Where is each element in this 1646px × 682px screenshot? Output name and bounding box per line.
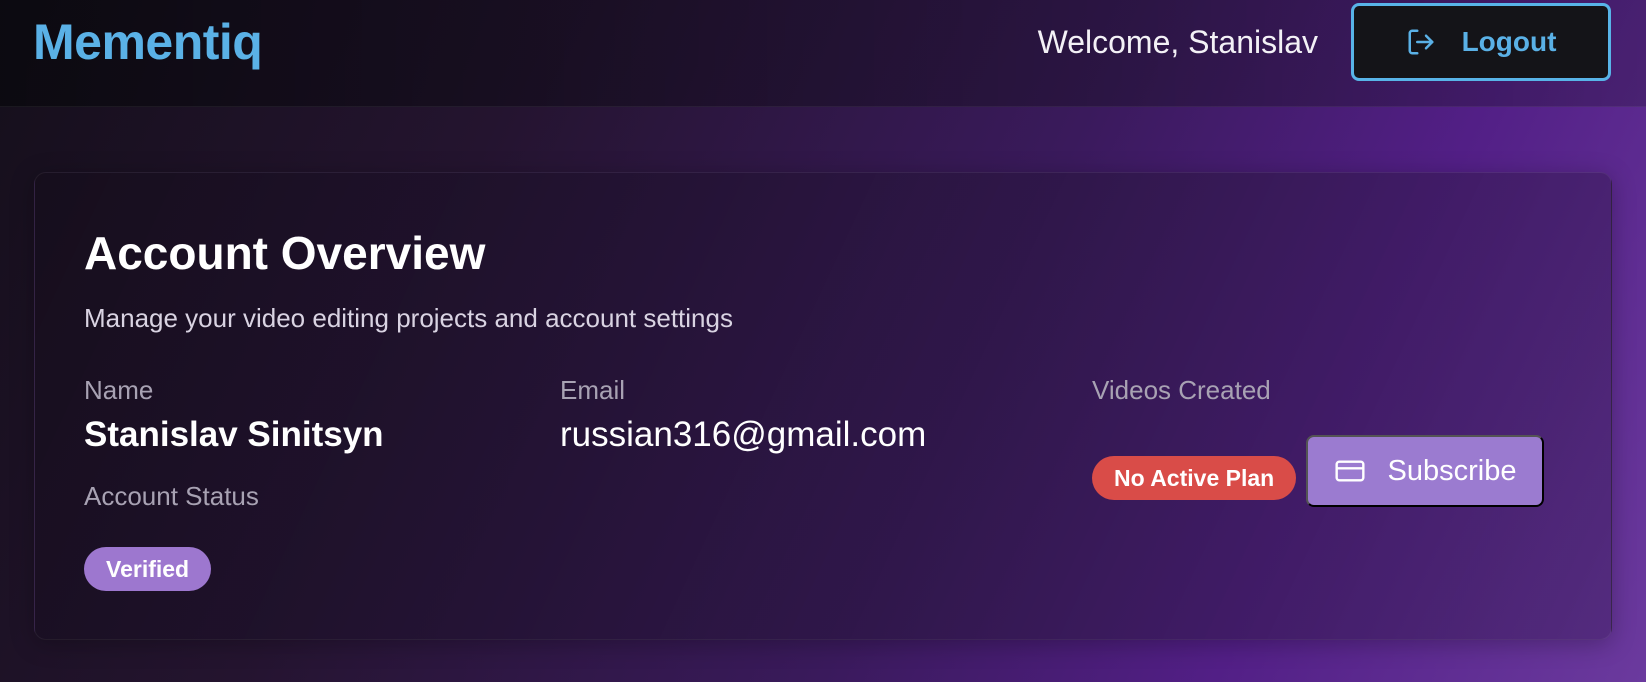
logout-button[interactable]: Logout — [1351, 3, 1611, 81]
email-value: russian316@gmail.com — [560, 415, 927, 454]
subscribe-label: Subscribe — [1387, 454, 1517, 487]
credit-card-icon — [1334, 455, 1366, 487]
status-badge: Verified — [84, 547, 212, 591]
card-subtitle: Manage your video editing projects and a… — [84, 303, 733, 333]
plan-badge: No Active Plan — [1092, 456, 1297, 500]
welcome-message: Welcome, Stanislav — [1037, 24, 1318, 60]
card-title: Account Overview — [84, 227, 486, 279]
brand-logo[interactable]: Mementiq — [33, 12, 263, 72]
name-value: Stanislav Sinitsyn — [84, 415, 384, 454]
logout-icon — [1406, 27, 1436, 57]
name-label: Name — [84, 375, 154, 405]
logout-label: Logout — [1461, 26, 1557, 57]
email-label: Email — [560, 375, 626, 405]
account-status-label: Account Status — [84, 481, 259, 511]
subscribe-button[interactable]: Subscribe — [1306, 435, 1544, 507]
account-overview-card: Account Overview Manage your video editi… — [34, 172, 1612, 640]
videos-created-label: Videos Created — [1092, 375, 1271, 405]
top-header: Mementiq Welcome, Stanislav Logout — [0, 0, 1646, 107]
